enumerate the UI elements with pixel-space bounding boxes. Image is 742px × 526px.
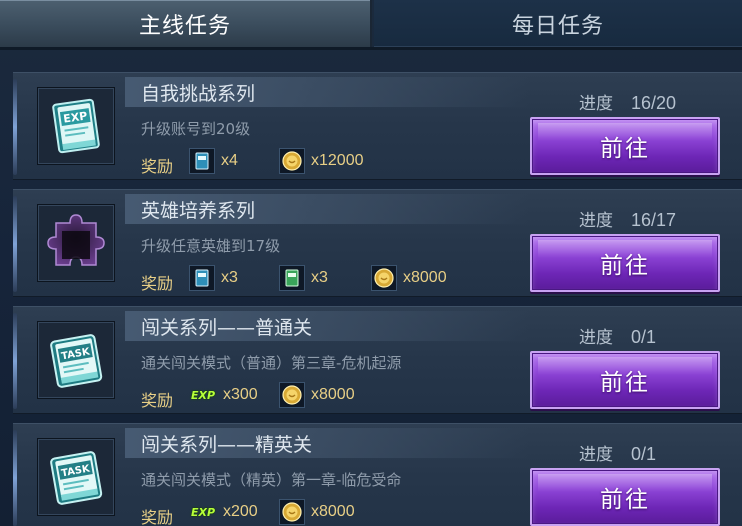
reward-label: 奖励	[141, 274, 174, 293]
puzzle-piece-icon	[47, 214, 105, 266]
reward-label: 奖励	[141, 157, 174, 176]
reward-count: x300	[223, 386, 258, 403]
go-button-label: 前往	[600, 253, 650, 279]
tab-main-tasks[interactable]: 主线任务	[0, 0, 372, 47]
reward-count: x12000	[311, 152, 364, 169]
go-button-label: 前往	[600, 487, 650, 513]
progress-label: 进度	[579, 328, 613, 348]
tab-divider	[0, 47, 742, 50]
card-accent-bar	[13, 313, 17, 409]
gold-coin-icon	[279, 148, 305, 174]
gold-coin-icon	[279, 499, 305, 525]
reward-label: 奖励	[141, 391, 174, 410]
exp-book-icon: EXP	[52, 98, 100, 154]
task-title: 自我挑战系列	[141, 83, 256, 105]
card-accent-bar	[13, 196, 17, 292]
reward-count: x4	[221, 152, 238, 169]
go-button[interactable]: 前往	[530, 117, 720, 175]
progress-label: 进度	[579, 94, 613, 114]
progress-value: 16/20	[631, 93, 677, 113]
exp-text-icon: EXP	[190, 505, 216, 519]
task-book-icon: TASK	[50, 334, 103, 388]
reward-count: x3	[311, 269, 328, 286]
exp-book-icon	[189, 265, 215, 291]
exp-book-icon	[189, 148, 215, 174]
task-list[interactable]: EXP 自我挑战系列 升级账号到20级 奖励 x4 x12000 进度 16/20…	[0, 66, 742, 526]
reward-item: x8000	[279, 381, 355, 409]
task-title: 闯关系列——精英关	[141, 434, 313, 456]
reward-count: x8000	[311, 386, 355, 403]
task-description: 通关闯关模式（普通）第三章-危机起源	[141, 354, 402, 372]
reward-item: x8000	[371, 264, 447, 292]
task-card: TASK 闯关系列——普通关 通关闯关模式（普通）第三章-危机起源 奖励 EXP…	[13, 306, 742, 414]
task-card: TASK 闯关系列——精英关 通关闯关模式（精英）第一章-临危受命 奖励 EXP…	[13, 423, 742, 526]
task-description: 升级账号到20级	[141, 120, 251, 138]
card-accent-bar	[13, 79, 17, 175]
reward-label: 奖励	[141, 508, 174, 526]
progress-value: 0/1	[631, 327, 657, 347]
reward-item: x4	[189, 147, 238, 175]
task-title: 英雄培养系列	[141, 200, 256, 222]
exp-text-icon: EXP	[190, 388, 216, 402]
go-button[interactable]: 前往	[530, 468, 720, 526]
progress-label: 进度	[579, 445, 613, 465]
task-icon-frame	[37, 204, 115, 282]
task-card: EXP 自我挑战系列 升级账号到20级 奖励 x4 x12000 进度 16/20…	[13, 72, 742, 180]
card-accent-bar	[13, 430, 17, 526]
progress-indicator: 进度 0/1	[579, 323, 656, 348]
green-exp-book-icon	[279, 265, 305, 291]
go-button[interactable]: 前往	[530, 351, 720, 409]
progress-value: 0/1	[631, 444, 657, 464]
task-icon-frame: TASK	[37, 438, 115, 516]
task-tabs: 主线任务 每日任务	[0, 0, 742, 50]
gold-coin-icon	[371, 265, 397, 291]
reward-count: x200	[223, 503, 258, 520]
task-description: 升级任意英雄到17级	[141, 237, 281, 255]
task-card: 英雄培养系列 升级任意英雄到17级 奖励 x3 x3 x8000 进度 16/17…	[13, 189, 742, 297]
progress-label: 进度	[579, 211, 613, 231]
gold-coin-icon	[279, 382, 305, 408]
reward-item: EXP x300	[189, 381, 258, 409]
reward-count: x8000	[311, 503, 355, 520]
go-button-label: 前往	[600, 136, 650, 162]
reward-item: x8000	[279, 498, 355, 526]
tab-daily-tasks[interactable]: 每日任务	[374, 0, 742, 47]
progress-indicator: 进度 0/1	[579, 440, 656, 465]
progress-indicator: 进度 16/20	[579, 89, 676, 114]
task-icon-frame: TASK	[37, 321, 115, 399]
reward-item: x12000	[279, 147, 364, 175]
go-button[interactable]: 前往	[530, 234, 720, 292]
reward-item: x3	[279, 264, 328, 292]
progress-indicator: 进度 16/17	[579, 206, 676, 231]
reward-item: EXP x200	[189, 498, 258, 526]
task-book-icon: TASK	[50, 451, 103, 505]
task-icon-frame: EXP	[37, 87, 115, 165]
progress-value: 16/17	[631, 210, 677, 230]
task-description: 通关闯关模式（精英）第一章-临危受命	[141, 471, 402, 489]
task-title: 闯关系列——普通关	[141, 317, 313, 339]
reward-item: x3	[189, 264, 238, 292]
go-button-label: 前往	[600, 370, 650, 396]
reward-count: x3	[221, 269, 238, 286]
reward-count: x8000	[403, 269, 447, 286]
